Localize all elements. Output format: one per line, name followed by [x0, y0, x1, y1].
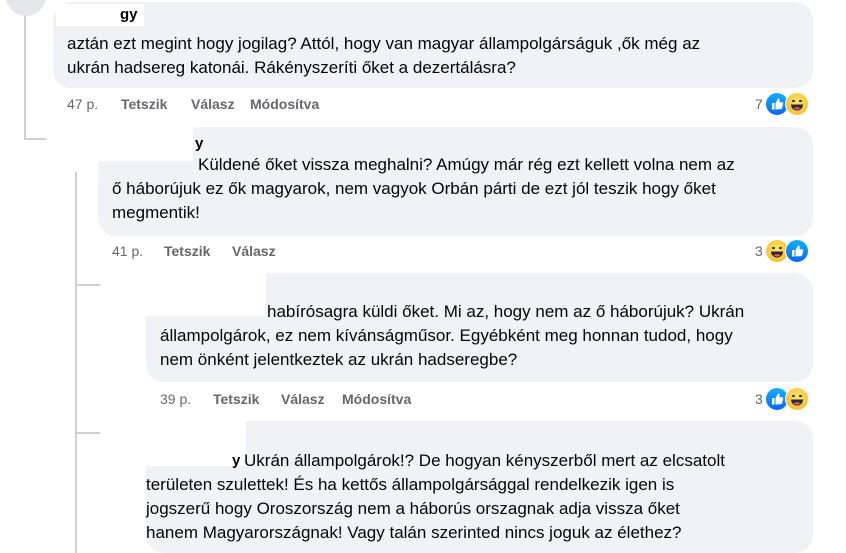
commenter-name-fragment[interactable]: y — [232, 452, 240, 470]
redacted-name — [100, 414, 246, 466]
comment-text-line: megmentik! — [112, 203, 200, 222]
comment-text-line: ukrán hadsereg katonái. Rákényszeríti ők… — [67, 58, 516, 77]
reaction-count: 7 — [755, 96, 763, 112]
comment-actions: 47 p. Tetszik Válasz Módosítva — [67, 95, 367, 113]
comment-text-line: ő háborújuk ez ők magyarok, nem vagyok O… — [112, 179, 716, 198]
comment-text-line: hanem Magyarországnak! Vagy talán szerin… — [146, 523, 682, 542]
comment-text-line: habírósagra küldi őket. Mi az, hogy nem … — [267, 302, 745, 321]
comment-text-line: aztán ezt megint hogy jogilag? Attól, ho… — [67, 34, 701, 53]
commenter-name-fragment[interactable]: y — [195, 135, 203, 153]
comment-actions: 39 p. Tetszik Válasz Módosítva — [160, 390, 460, 408]
thread-line — [75, 432, 103, 434]
comment-time[interactable]: 47 p. — [67, 95, 98, 113]
like-button[interactable]: Tetszik — [121, 95, 167, 113]
commenter-name-fragment[interactable]: gy — [120, 6, 138, 24]
redacted-name — [46, 120, 193, 161]
comment-text-line: területen szulettek! És ha kettős államp… — [146, 475, 675, 494]
reaction-summary[interactable]: 7 — [752, 92, 812, 116]
thread-line — [75, 284, 103, 286]
reaction-count: 3 — [755, 243, 763, 259]
haha-icon — [785, 92, 809, 116]
redacted-name — [100, 266, 266, 316]
like-button[interactable]: Tetszik — [164, 242, 210, 260]
reaction-summary[interactable]: 3 — [752, 387, 812, 411]
comment-actions: 41 p. Tetszik Válasz — [112, 242, 332, 260]
reply-button[interactable]: Válasz — [232, 242, 276, 260]
edited-label[interactable]: Módosítva — [342, 390, 411, 408]
comment-time[interactable]: 39 p. — [160, 390, 191, 408]
comment-text-line: jogszerű hogy Oroszország nem a háborús … — [146, 499, 680, 518]
haha-icon — [785, 387, 809, 411]
comment-text-line: Küldené őket vissza meghalni? Amúgy már … — [198, 155, 735, 174]
reaction-count: 3 — [755, 391, 763, 407]
reaction-summary[interactable]: 3 — [752, 239, 812, 263]
comment-time[interactable]: 41 p. — [112, 242, 143, 260]
reply-button[interactable]: Válasz — [191, 95, 235, 113]
comment-text-line: Ukrán állampolgárok!? De hogyan kényszer… — [244, 451, 725, 470]
like-button[interactable]: Tetszik — [213, 390, 259, 408]
like-icon — [785, 239, 809, 263]
comment-text-line: nem önként jelentkeztek az ukrán hadsere… — [160, 350, 518, 369]
avatar[interactable] — [6, 0, 46, 16]
thread-line — [75, 172, 77, 553]
edited-label[interactable]: Módosítva — [250, 95, 319, 113]
comment-text-line: állampolgárok, ez nem kívánságműsor. Egy… — [160, 326, 733, 345]
reply-button[interactable]: Válasz — [281, 390, 325, 408]
thread-line — [24, 0, 26, 140]
